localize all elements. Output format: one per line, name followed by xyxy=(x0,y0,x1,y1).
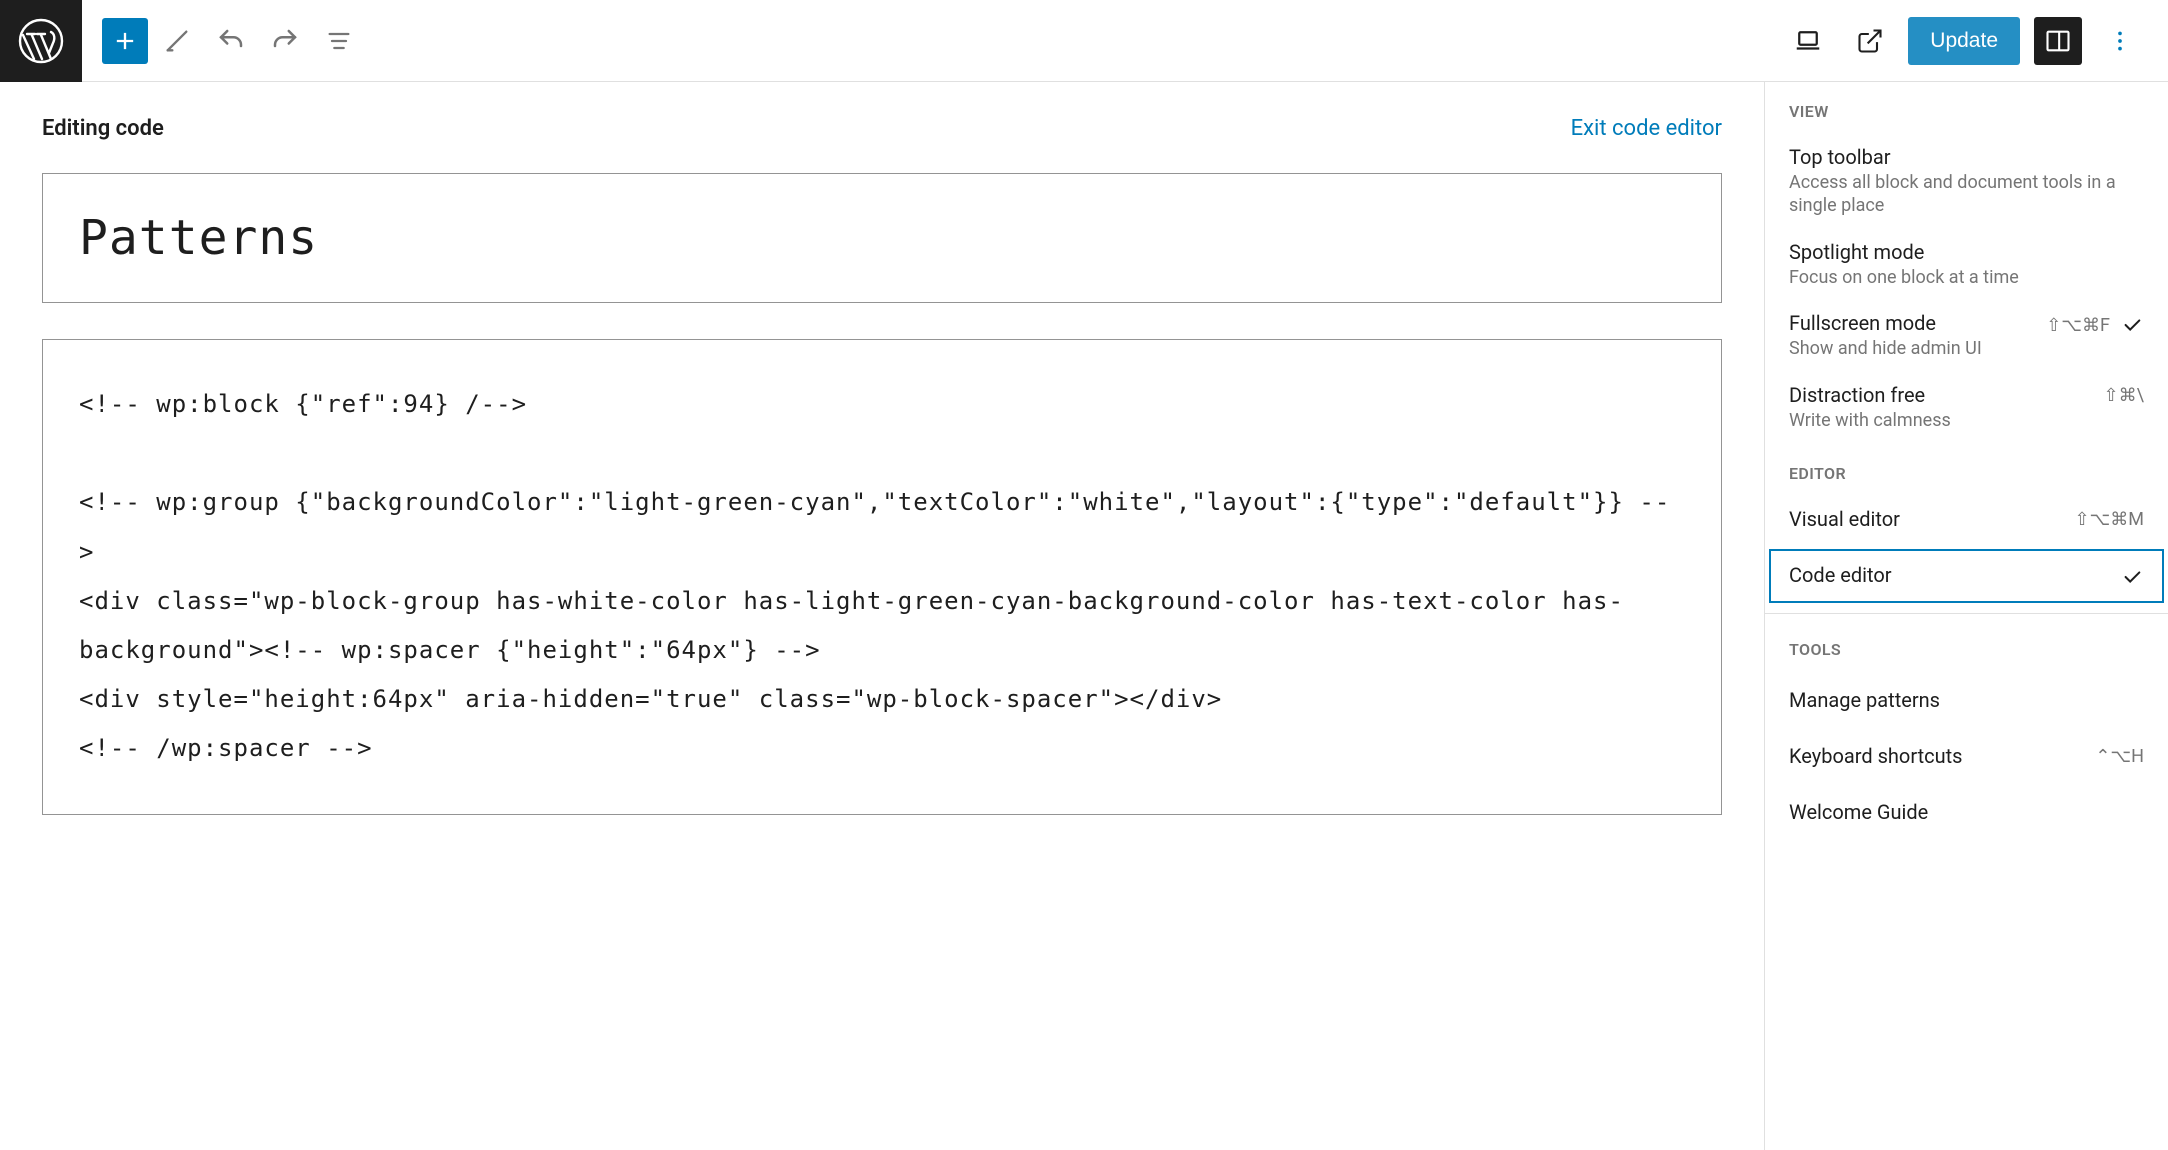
settings-sidebar-button[interactable] xyxy=(2034,17,2082,65)
menu-item-title: Visual editor xyxy=(1789,507,2062,531)
menu-item-title: Manage patterns xyxy=(1789,688,1940,712)
menu-item-title: Code editor xyxy=(1789,563,2108,587)
main-editor-area: Editing code Exit code editor <!-- wp:bl… xyxy=(0,82,1764,1150)
menu-item-visual-editor[interactable]: Visual editor ⇧⌥⌘M xyxy=(1765,497,2168,545)
toolbar-left-group xyxy=(82,16,364,66)
undo-icon xyxy=(216,26,246,56)
undo-button[interactable] xyxy=(206,16,256,66)
preview-button[interactable] xyxy=(1784,17,1832,65)
menu-item-title: Welcome Guide xyxy=(1789,800,1928,824)
redo-button[interactable] xyxy=(260,16,310,66)
code-editor-textarea[interactable]: <!-- wp:block {"ref":94} /--> <!-- wp:gr… xyxy=(42,339,1722,815)
redo-icon xyxy=(270,26,300,56)
pencil-icon xyxy=(163,27,191,55)
more-vertical-icon xyxy=(2107,28,2133,54)
shortcut-label: ⇧⌥⌘M xyxy=(2074,509,2144,530)
menu-item-fullscreen-mode[interactable]: Fullscreen mode Show and hide admin UI ⇧… xyxy=(1765,301,2168,372)
shortcut-label: ⇧⌘\ xyxy=(2104,385,2144,406)
add-block-button[interactable] xyxy=(102,18,148,64)
menu-item-desc: Focus on one block at a time xyxy=(1789,266,2144,289)
list-view-button[interactable] xyxy=(314,16,364,66)
menu-divider xyxy=(1765,613,2168,614)
menu-section-editor: EDITOR xyxy=(1765,444,2168,497)
menu-section-view: VIEW xyxy=(1765,82,2168,135)
edit-icon-button[interactable] xyxy=(152,16,202,66)
check-icon xyxy=(2120,565,2144,589)
check-icon xyxy=(2120,313,2144,337)
menu-item-keyboard-shortcuts[interactable]: Keyboard shortcuts ⌃⌥H xyxy=(1765,729,2168,785)
menu-item-desc: Write with calmness xyxy=(1789,409,2092,432)
menu-item-code-editor[interactable]: Code editor xyxy=(1765,545,2168,607)
toolbar-right-group: Update xyxy=(1784,17,2168,65)
shortcut-label: ⇧⌥⌘F xyxy=(2046,315,2110,336)
code-editor-header: Editing code Exit code editor xyxy=(42,116,1722,141)
more-options-menu: VIEW Top toolbar Access all block and do… xyxy=(1764,82,2168,1150)
menu-item-top-toolbar[interactable]: Top toolbar Access all block and documen… xyxy=(1765,135,2168,230)
body-area: Editing code Exit code editor <!-- wp:bl… xyxy=(0,82,2168,1150)
more-options-button[interactable] xyxy=(2096,17,2144,65)
menu-item-title: Distraction free xyxy=(1789,383,2092,407)
menu-item-desc: Show and hide admin UI xyxy=(1789,337,2034,360)
external-link-icon xyxy=(1856,27,1884,55)
menu-item-spotlight-mode[interactable]: Spotlight mode Focus on one block at a t… xyxy=(1765,230,2168,301)
menu-item-title: Top toolbar xyxy=(1789,145,2144,169)
laptop-icon xyxy=(1793,26,1823,56)
menu-item-title: Keyboard shortcuts xyxy=(1789,744,1963,768)
view-page-button[interactable] xyxy=(1846,17,1894,65)
menu-item-title: Fullscreen mode xyxy=(1789,311,2034,335)
menu-item-distraction-free[interactable]: Distraction free Write with calmness ⇧⌘\ xyxy=(1765,373,2168,444)
top-toolbar: Update xyxy=(0,0,2168,82)
update-button[interactable]: Update xyxy=(1908,17,2020,65)
post-title-box[interactable] xyxy=(42,173,1722,303)
menu-item-title: Spotlight mode xyxy=(1789,240,2144,264)
sidebar-icon xyxy=(2044,27,2072,55)
plus-icon xyxy=(111,27,139,55)
list-view-icon xyxy=(325,27,353,55)
exit-code-editor-link[interactable]: Exit code editor xyxy=(1571,116,1722,141)
wordpress-logo[interactable] xyxy=(0,0,82,82)
editing-code-label: Editing code xyxy=(42,116,164,141)
shortcut-label: ⌃⌥H xyxy=(2095,746,2144,767)
wordpress-icon xyxy=(17,17,65,65)
menu-item-desc: Access all block and document tools in a… xyxy=(1789,171,2144,218)
menu-section-tools: TOOLS xyxy=(1765,620,2168,673)
menu-item-welcome-guide[interactable]: Welcome Guide xyxy=(1765,785,2168,841)
menu-item-manage-patterns[interactable]: Manage patterns xyxy=(1765,673,2168,729)
post-title-input[interactable] xyxy=(79,210,1685,266)
